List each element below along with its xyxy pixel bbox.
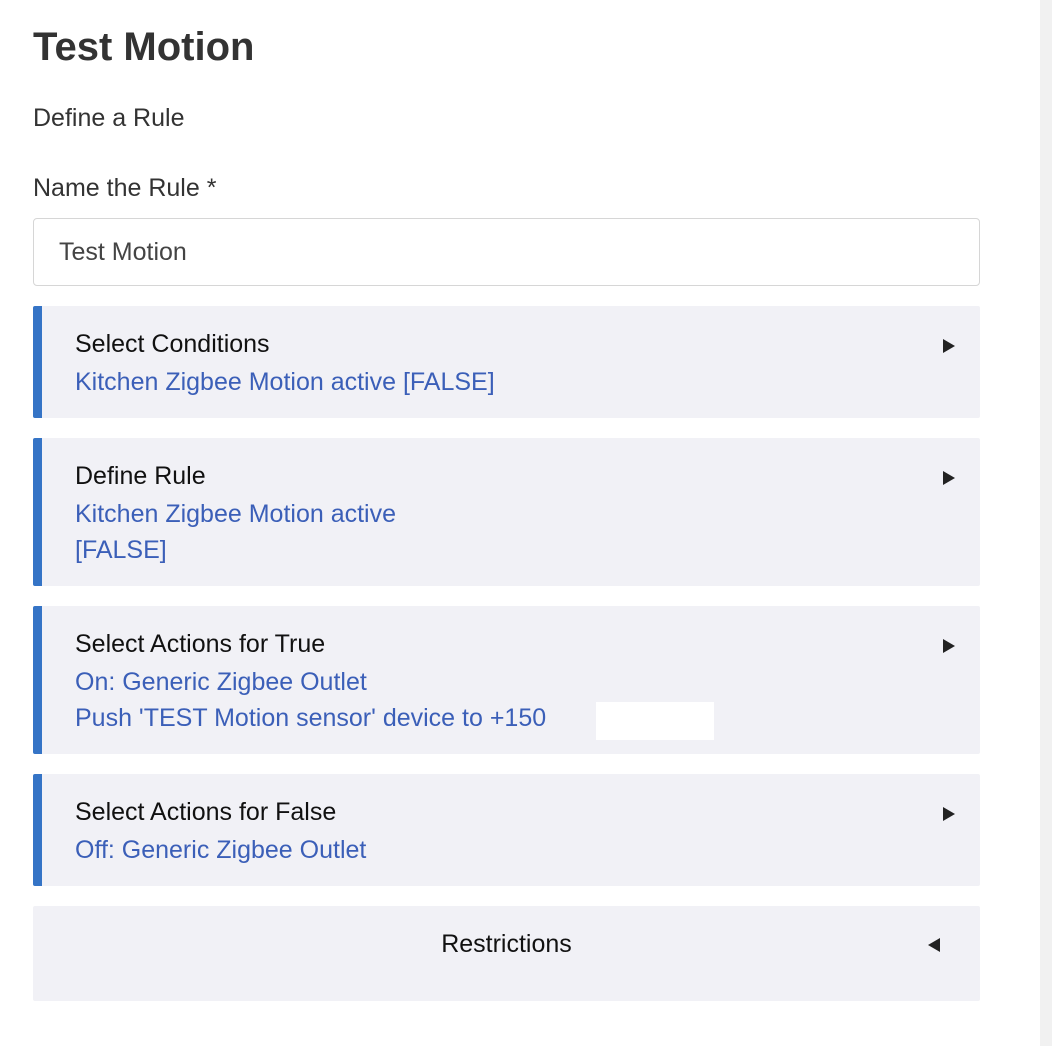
define-rule-section[interactable]: Define Rule Kitchen Zigbee Motion active…: [33, 438, 980, 586]
arrow-right-icon[interactable]: [943, 807, 955, 821]
arrow-right-icon[interactable]: [943, 339, 955, 353]
section-summary-line: Off: Generic Zigbee Outlet: [75, 836, 367, 864]
section-summary-line: On: Generic Zigbee Outlet: [75, 668, 367, 696]
restrictions-label: Restrictions: [441, 930, 572, 958]
section-summary: Kitchen Zigbee Motion active [FALSE]: [75, 496, 396, 568]
section-summary-line: Kitchen Zigbee Motion active: [75, 500, 397, 528]
arrow-left-icon[interactable]: [928, 938, 940, 952]
actions-false-section[interactable]: Select Actions for False Off: Generic Zi…: [33, 774, 980, 886]
actions-true-section[interactable]: Select Actions for True On: Generic Zigb…: [33, 606, 980, 754]
right-scroll-strip: [1040, 0, 1052, 1046]
section-title: Select Conditions: [75, 330, 270, 358]
page-title: Test Motion: [33, 25, 255, 69]
restrictions-section[interactable]: Restrictions: [33, 906, 980, 1001]
section-summary: Kitchen Zigbee Motion active [FALSE]: [75, 364, 495, 400]
section-summary: Off: Generic Zigbee Outlet: [75, 832, 366, 868]
redaction-block: [596, 702, 714, 740]
select-conditions-section[interactable]: Select Conditions Kitchen Zigbee Motion …: [33, 306, 980, 418]
section-title: Define Rule: [75, 462, 206, 490]
rule-name-label: Name the Rule *: [33, 174, 217, 202]
section-title: Select Actions for True: [75, 630, 326, 658]
page-subtitle: Define a Rule: [33, 104, 185, 132]
section-summary: On: Generic Zigbee Outlet Push 'TEST Mot…: [75, 664, 643, 736]
section-summary-line: Kitchen Zigbee Motion active [FALSE]: [75, 368, 495, 396]
arrow-right-icon[interactable]: [943, 471, 955, 485]
section-summary-line: [FALSE]: [75, 536, 167, 564]
arrow-right-icon[interactable]: [943, 639, 955, 653]
section-title: Select Actions for False: [75, 798, 337, 826]
rule-name-input[interactable]: [33, 218, 980, 286]
section-summary-line: Push 'TEST Motion sensor' device to +150…: [75, 704, 644, 732]
